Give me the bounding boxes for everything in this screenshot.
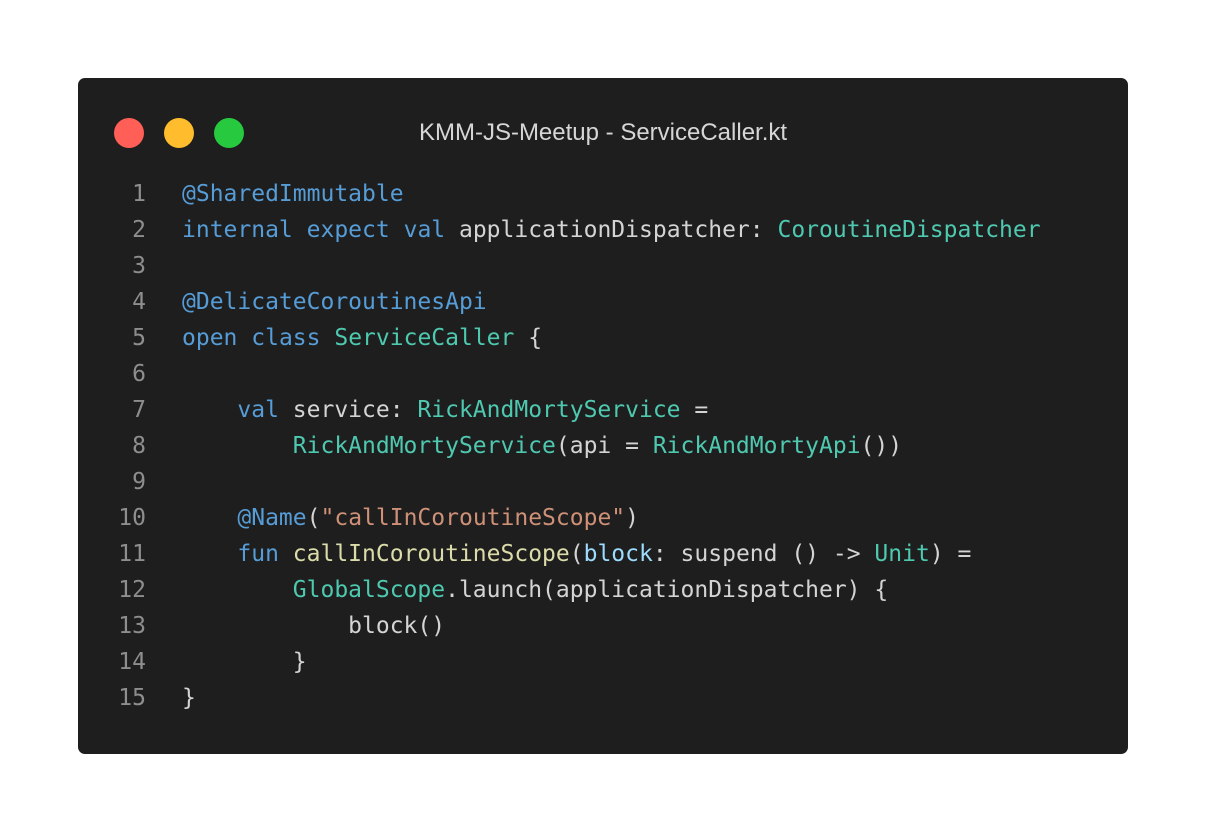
code-token: GlobalScope [292,577,446,603]
code-line: 6 [78,356,1128,392]
code-text: fun callInCoroutineScope(block: suspend … [182,536,971,572]
line-number: 9 [132,469,146,495]
code-line: 12 GlobalScope.launch(applicationDispatc… [78,572,1128,608]
code-line: 5 open class ServiceCaller { [78,320,1128,356]
line-number: 12 [118,577,146,603]
code-line: 4 @DelicateCoroutinesApi [78,284,1128,320]
code-line: 10 @Name("callInCoroutineScope") [78,500,1128,536]
code-text: block() [182,608,445,644]
code-token: internal [182,217,293,243]
code-text: @DelicateCoroutinesApi [182,284,487,320]
code-text: GlobalScope.launch(applicationDispatcher… [182,572,888,608]
code-token: (api = [555,433,653,459]
code-line: 9 [78,464,1128,500]
code-token: callInCoroutineScope [292,541,570,567]
code-line: 8 RickAndMortyService(api = RickAndMorty… [78,428,1128,464]
code-line: 14 } [78,644,1128,680]
code-token: block [583,541,653,567]
code-token: ) [625,505,639,531]
code-token: } [182,685,196,711]
code-token: ( [569,541,584,567]
line-number: 10 [118,505,146,531]
code-token: RickAndMortyService [292,433,556,459]
code-line: 1 @SharedImmutable [78,176,1128,212]
code-token: : suspend () -> [652,541,875,567]
line-number: 2 [132,217,146,243]
line-number: 15 [118,685,146,711]
line-number: 5 [132,325,146,351]
code-text: @SharedImmutable [182,176,404,212]
line-number: 6 [132,361,146,387]
code-token: @Name [237,505,307,531]
code-text: } [182,680,196,716]
code-token: "callInCoroutineScope" [320,505,626,531]
code-token: Unit [874,541,930,567]
code-token: fun [237,541,279,567]
code-token: CoroutineDispatcher [777,217,1041,243]
code-token: { [514,325,543,351]
code-window: KMM-JS-Meetup - ServiceCaller.kt 1 @Share… [78,78,1128,754]
code-line: 7 val service: RickAndMortyService = [78,392,1128,428]
code-token: val [237,397,279,423]
code-token: block() [182,613,446,639]
code-token: RickAndMortyService [417,397,681,423]
code-line: 2 internal expect val applicationDispatch… [78,212,1128,248]
code-token: @SharedImmutable [182,181,404,207]
code-text: RickAndMortyService(api = RickAndMortyAp… [182,428,902,464]
code-token: RickAndMortyApi [652,433,861,459]
code-text: val service: RickAndMortyService = [182,392,708,428]
line-number: 3 [132,253,146,279]
code-line: 11 fun callInCoroutineScope(block: suspe… [78,536,1128,572]
code-text: open class ServiceCaller { [182,320,542,356]
code-line: 3 [78,248,1128,284]
code-token: ( [306,505,321,531]
code-token: open [182,325,238,351]
code-token: } [182,649,307,675]
code-line: 15} [78,680,1128,716]
code-token: expect [306,217,390,243]
code-token: applicationDispatcher: [445,217,778,243]
code-token: ) = [929,541,972,567]
line-number: 8 [132,433,146,459]
code-text: @Name("callInCoroutineScope") [182,500,639,536]
code-token: val [403,217,446,243]
window-title: KMM-JS-Meetup - ServiceCaller.kt [418,119,788,146]
code-token: class [251,325,321,351]
code-token: ServiceCaller [334,325,515,351]
code-token: @DelicateCoroutinesApi [182,289,487,315]
code-token: ()) [860,433,903,459]
line-number: 14 [118,649,146,675]
line-number: 11 [118,541,146,567]
code-token: .launch(applicationDispatcher) { [445,577,889,603]
code-text: internal expect val applicationDispatche… [182,212,1041,248]
code-text: } [182,644,307,680]
code-line: 13 block() [78,608,1128,644]
line-number: 13 [118,613,146,639]
line-number: 4 [132,289,146,315]
code-editor[interactable]: 1 @SharedImmutable 2 internal expect val ap… [78,176,1128,716]
line-number: 7 [132,397,146,423]
code-token: = [680,397,709,423]
line-number: 1 [132,181,146,207]
code-token: service: [278,397,418,423]
